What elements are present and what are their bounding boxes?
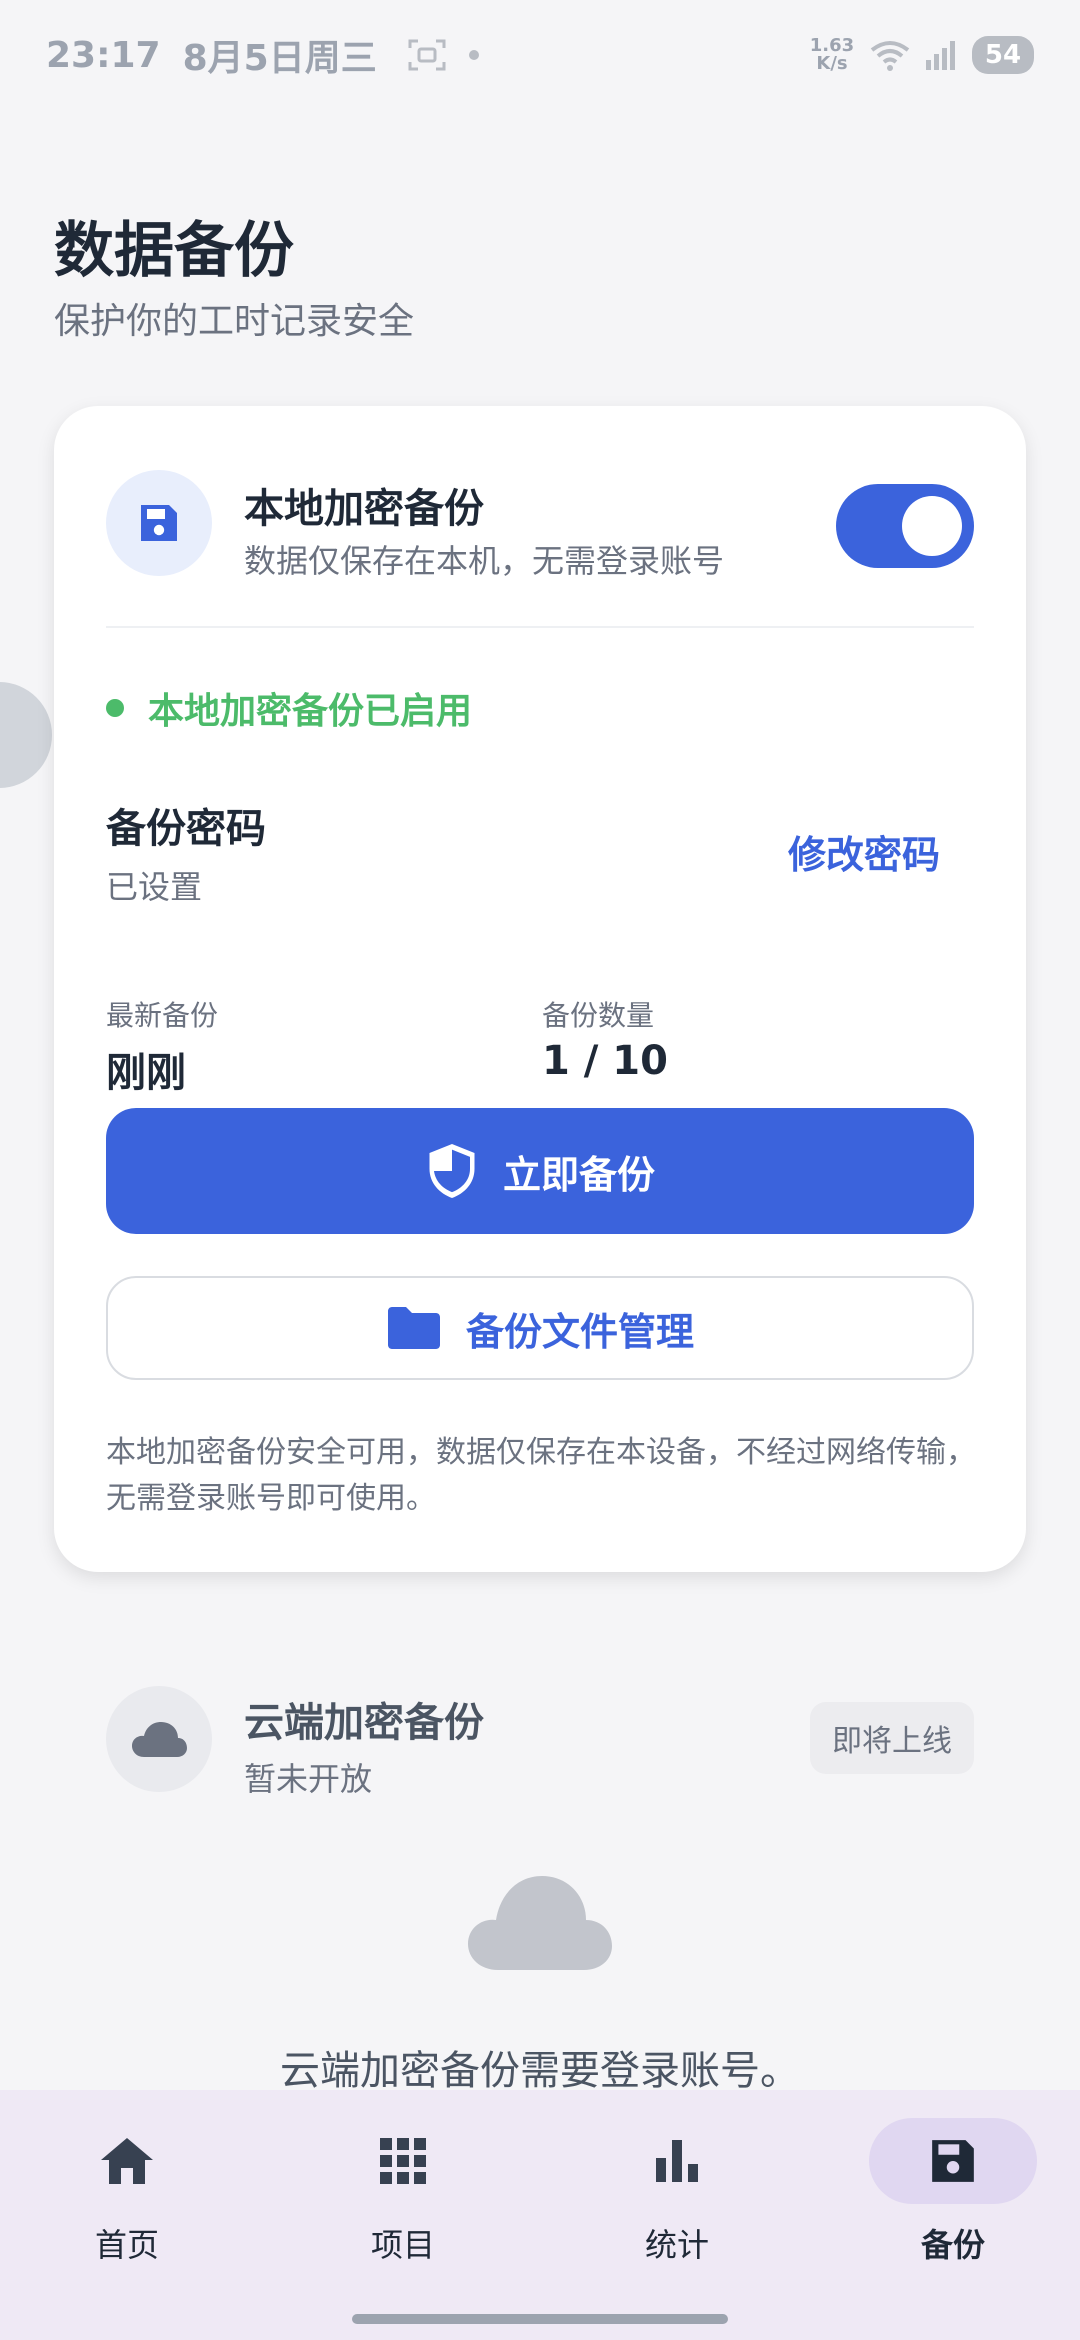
nav-item-stats[interactable]: 统计	[592, 2118, 762, 2278]
nav-item-projects[interactable]: 项目	[318, 2118, 488, 2278]
page-subtitle: 保护你的工时记录安全	[54, 301, 415, 342]
nav-label-backup: 备份	[920, 2226, 985, 2264]
cloud-backup-title: 云端加密备份	[244, 1700, 484, 1746]
backup-count-value: 1 / 10	[542, 1038, 668, 1084]
notification-dot-icon	[468, 50, 479, 60]
cloud-icon	[106, 1686, 212, 1792]
cloud-backup-row: 云端加密备份 暂未开放 即将上线	[106, 1686, 974, 1798]
password-status: 已设置	[106, 868, 203, 906]
cellular-signal-icon	[926, 41, 955, 70]
password-label: 备份密码	[106, 806, 266, 852]
local-backup-header: 本地加密备份 数据仅保存在本机，无需登录账号	[106, 470, 974, 580]
home-indicator[interactable]	[352, 2314, 728, 2324]
network-speed: 1.63 K/s	[808, 37, 856, 73]
nav-label-stats: 统计	[644, 2226, 709, 2264]
local-backup-note: 本地加密备份安全可用，数据仅保存在本设备，不经过网络传输，无需登录账号即可使用。	[106, 1435, 976, 1516]
shield-icon	[429, 1144, 475, 1198]
home-icon	[43, 2118, 211, 2204]
edge-floating-handle[interactable]	[0, 682, 52, 788]
cloud-backup-status: 暂未开放	[244, 1760, 373, 1798]
backup-now-label: 立即备份	[502, 1152, 655, 1197]
bar-chart-icon	[593, 2118, 761, 2204]
nav-item-home[interactable]: 首页	[42, 2118, 212, 2278]
folder-icon	[387, 1307, 440, 1349]
local-backup-description: 数据仅保存在本机，无需登录账号	[244, 542, 725, 580]
manage-backup-files-button[interactable]: 备份文件管理	[106, 1276, 974, 1380]
backup-status-text: 本地加密备份已启用	[148, 691, 473, 732]
network-speed-unit: K/s	[816, 53, 848, 74]
bottom-navigation: 首页 项目 统计 备份	[0, 2090, 1080, 2340]
backup-count-label: 备份数量	[542, 999, 655, 1032]
local-backup-toggle[interactable]	[836, 484, 974, 568]
status-bar: 23:17 8月5日周三 1.63 K/s 54	[0, 0, 1080, 110]
change-password-link[interactable]: 修改密码	[788, 824, 940, 879]
save-icon	[106, 470, 212, 576]
cloud-login-note: 云端加密备份需要登录账号。	[280, 2048, 800, 2094]
latest-backup-label: 最新备份	[106, 999, 219, 1032]
local-backup-title: 本地加密备份	[244, 486, 484, 532]
manage-backup-files-label: 备份文件管理	[465, 1309, 694, 1354]
nav-item-backup[interactable]: 备份	[868, 2118, 1038, 2278]
grid-icon	[319, 2118, 487, 2204]
backup-status: 本地加密备份已启用	[106, 682, 472, 734]
latest-backup-value: 刚刚	[106, 1050, 186, 1096]
nav-label-projects: 项目	[370, 2226, 435, 2264]
nav-label-home: 首页	[94, 2226, 159, 2264]
coming-soon-badge: 即将上线	[810, 1702, 974, 1774]
status-date: 8月5日周三	[182, 38, 377, 79]
large-cloud-icon	[468, 1876, 612, 1970]
save-icon	[869, 2118, 1037, 2204]
divider	[106, 626, 974, 628]
page-title: 数据备份	[54, 216, 294, 286]
local-backup-card: 本地加密备份 数据仅保存在本机，无需登录账号 本地加密备份已启用 备份密码 已设…	[54, 406, 1026, 1572]
wifi-icon	[870, 41, 910, 71]
battery-indicator: 54	[972, 36, 1034, 74]
status-indicator-dot	[106, 699, 124, 717]
screenshot-icon	[408, 39, 446, 71]
status-time: 23:17	[46, 34, 161, 76]
backup-now-button[interactable]: 立即备份	[106, 1108, 974, 1234]
toggle-knob	[902, 496, 962, 556]
